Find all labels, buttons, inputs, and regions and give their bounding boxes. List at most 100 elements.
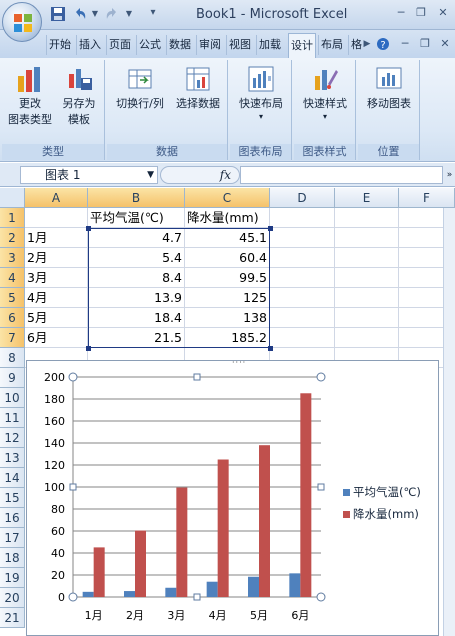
worksheet-grid[interactable]: A B C D E F 1 2 3 4 5 6 7 8 9 10 11 12 13 14 15 16 17 18 1… [0, 188, 455, 636]
row-header-16[interactable]: 16 [0, 508, 25, 528]
cell-a3[interactable]: 2月 [25, 248, 88, 268]
row-header-19[interactable]: 19 [0, 568, 25, 588]
cell-c4[interactable]: 99.5 [185, 268, 270, 288]
cell-e7[interactable] [335, 328, 399, 348]
cell-c7[interactable]: 185.2 [185, 328, 270, 348]
row-header-2[interactable]: 2 [0, 228, 25, 248]
cell-b6[interactable]: 18.4 [88, 308, 185, 328]
cell-c5[interactable]: 125 [185, 288, 270, 308]
change-chart-type-button[interactable]: 更改 图表类型 [6, 64, 54, 128]
help-icon[interactable]: ? [376, 37, 390, 51]
tab-scroll-right-icon[interactable]: ▶ [360, 37, 374, 51]
cell-e5[interactable] [335, 288, 399, 308]
cell-b7[interactable]: 21.5 [88, 328, 185, 348]
name-box[interactable]: 图表 1 ▼ [20, 166, 158, 184]
cell-d5[interactable] [270, 288, 335, 308]
quick-style-button[interactable]: 快速样式 ▾ [298, 64, 352, 122]
cell-e4[interactable] [335, 268, 399, 288]
vertical-scrollbar[interactable] [443, 208, 455, 636]
row-header-7[interactable]: 7 [0, 328, 25, 348]
cell-a7[interactable]: 6月 [25, 328, 88, 348]
cell-d4[interactable] [270, 268, 335, 288]
column-header-b[interactable]: B [88, 188, 185, 208]
row-header-20[interactable]: 20 [0, 588, 25, 608]
office-button[interactable] [2, 2, 42, 42]
row-header-17[interactable]: 17 [0, 528, 25, 548]
column-header-f[interactable]: F [399, 188, 455, 208]
redo-dropdown-icon[interactable]: ▼ [122, 7, 136, 21]
formula-input[interactable] [240, 166, 443, 184]
save-icon[interactable] [50, 6, 66, 22]
row-header-14[interactable]: 14 [0, 468, 25, 488]
cell-a1[interactable] [25, 208, 88, 228]
column-header-a[interactable]: A [25, 188, 88, 208]
row-header-5[interactable]: 5 [0, 288, 25, 308]
cell-c3[interactable]: 60.4 [185, 248, 270, 268]
cell-c2[interactable]: 45.1 [185, 228, 270, 248]
cell-a6[interactable]: 5月 [25, 308, 88, 328]
row-header-18[interactable]: 18 [0, 548, 25, 568]
cell-d3[interactable] [270, 248, 335, 268]
ribbon-close-button[interactable]: ✕ [438, 37, 452, 51]
row-header-10[interactable]: 10 [0, 388, 25, 408]
cell-b1[interactable]: 平均气温(℃) [88, 208, 185, 228]
formula-expand-icon[interactable]: » [444, 166, 455, 184]
row-header-6[interactable]: 6 [0, 308, 25, 328]
cell-b5[interactable]: 13.9 [88, 288, 185, 308]
select-data-button[interactable]: 选择数据 [171, 64, 225, 112]
tab-page-layout[interactable]: 页面 [106, 35, 133, 55]
ribbon-minimize-button[interactable]: ─ [398, 37, 412, 51]
close-button[interactable]: ✕ [436, 6, 450, 20]
restore-button[interactable]: ❐ [414, 6, 428, 20]
cell-d1[interactable] [270, 208, 335, 228]
tab-insert[interactable]: 插入 [76, 35, 103, 55]
range-handle-bottom-left[interactable] [86, 346, 91, 351]
cell-d7[interactable] [270, 328, 335, 348]
column-header-d[interactable]: D [270, 188, 335, 208]
insert-function-button[interactable]: fx [160, 166, 240, 184]
cell-d6[interactable] [270, 308, 335, 328]
quick-layout-button[interactable]: 快速布局 ▾ [234, 64, 288, 122]
customize-qat-icon[interactable]: ▾ [146, 6, 160, 20]
tab-view[interactable]: 视图 [226, 35, 253, 55]
cell-e1[interactable] [335, 208, 399, 228]
column-header-e[interactable]: E [335, 188, 399, 208]
cell-a4[interactable]: 3月 [25, 268, 88, 288]
row-header-12[interactable]: 12 [0, 428, 25, 448]
ribbon-restore-button[interactable]: ❐ [418, 37, 432, 51]
row-header-8[interactable]: 8 [0, 348, 25, 368]
range-handle-bottom-right[interactable] [268, 346, 273, 351]
row-header-15[interactable]: 15 [0, 488, 25, 508]
row-header-21[interactable]: 21 [0, 608, 25, 628]
chart-object[interactable]: ···· 0 20 40 60 80 100 120 140 160 180 200 1月 2月 3月 4月… [26, 358, 439, 636]
tab-home[interactable]: 开始 [46, 35, 73, 55]
chart-legend[interactable]: 平均气温(℃) 降水量(mm) [343, 481, 439, 525]
undo-dropdown-icon[interactable]: ▼ [88, 7, 102, 21]
cell-a5[interactable]: 4月 [25, 288, 88, 308]
undo-icon[interactable] [72, 6, 88, 22]
cell-d2[interactable] [270, 228, 335, 248]
row-header-9[interactable]: 9 [0, 368, 25, 388]
row-header-13[interactable]: 13 [0, 448, 25, 468]
tab-layout[interactable]: 布局 [318, 35, 345, 55]
row-header-3[interactable]: 3 [0, 248, 25, 268]
cell-e2[interactable] [335, 228, 399, 248]
redo-icon[interactable] [104, 6, 120, 22]
row-header-11[interactable]: 11 [0, 408, 25, 428]
tab-addins[interactable]: 加载 [256, 35, 283, 55]
switch-row-col-button[interactable]: 切换行/列 [111, 64, 169, 112]
move-chart-button[interactable]: 移动图表 [360, 64, 418, 112]
cell-b2[interactable]: 4.7 [88, 228, 185, 248]
minimize-button[interactable]: ─ [394, 6, 408, 20]
cell-e6[interactable] [335, 308, 399, 328]
select-all-corner[interactable] [0, 188, 25, 208]
cell-a2[interactable]: 1月 [25, 228, 88, 248]
cell-e3[interactable] [335, 248, 399, 268]
range-handle-top-right[interactable] [268, 226, 273, 231]
row-header-1[interactable]: 1 [0, 208, 25, 228]
cell-b4[interactable]: 8.4 [88, 268, 185, 288]
range-handle-top-left[interactable] [86, 226, 91, 231]
tab-data[interactable]: 数据 [166, 35, 193, 55]
tab-review[interactable]: 审阅 [196, 35, 223, 55]
name-box-dropdown-icon[interactable]: ▼ [147, 167, 154, 183]
